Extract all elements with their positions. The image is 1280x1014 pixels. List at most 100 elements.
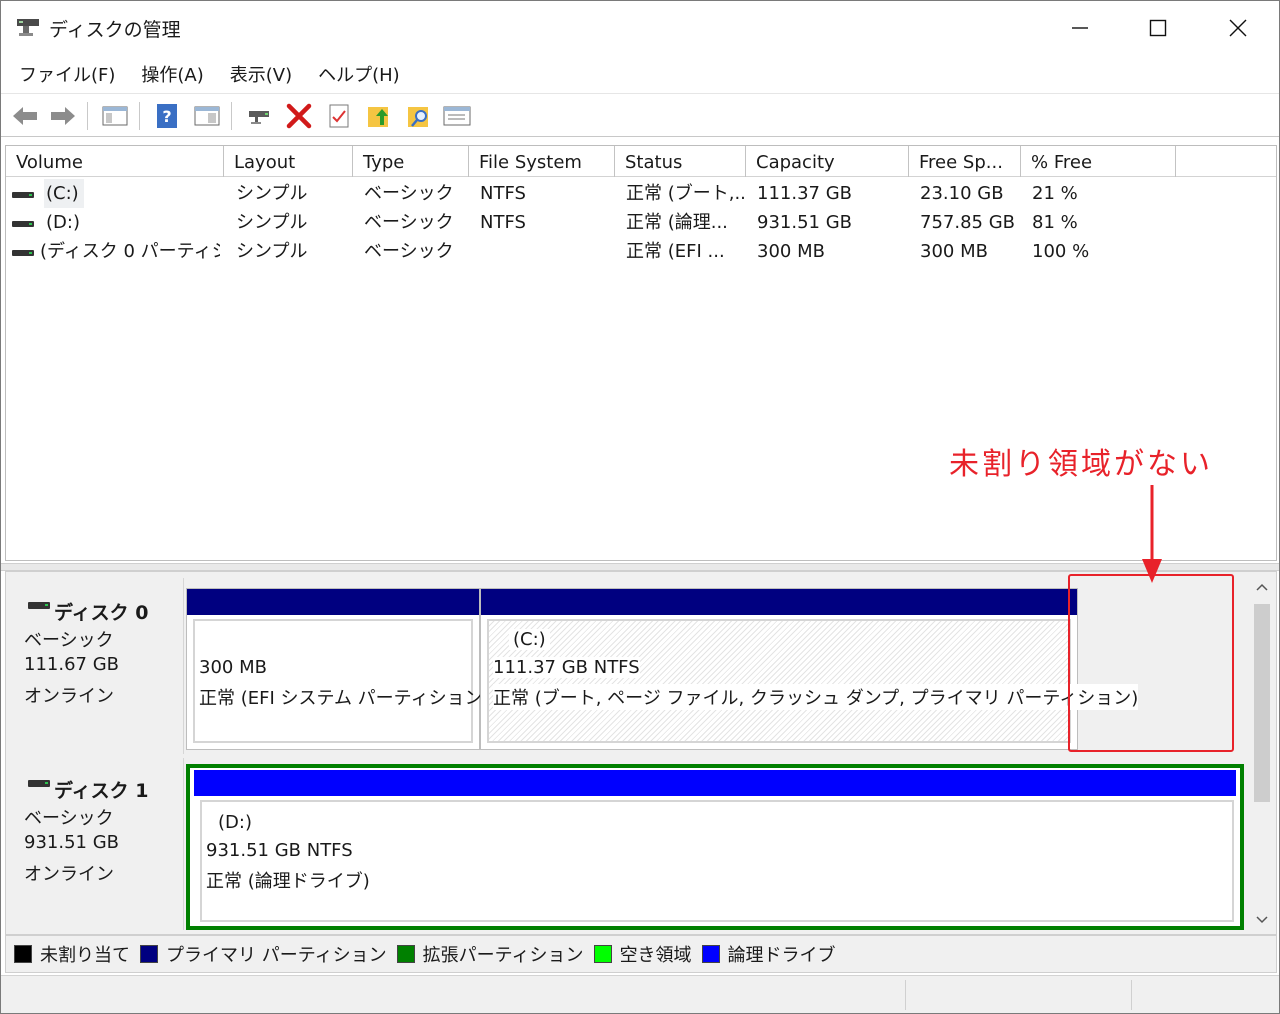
disk-1-state: オンライン	[24, 864, 114, 885]
scroll-up-icon[interactable]	[1250, 580, 1274, 596]
partition-bar	[481, 589, 1077, 615]
cell-volume: (C:)	[44, 179, 84, 208]
table-row[interactable]: (D:) シンプル ベーシック NTFS 正常 (論理... 931.51 GB…	[6, 208, 1276, 237]
disk-management-icon	[15, 15, 43, 39]
cell-percent-free: 100 %	[1032, 241, 1090, 262]
col-percent-free[interactable]: % Free	[1021, 146, 1176, 177]
volume-icon	[12, 250, 34, 256]
show-pane-icon	[194, 106, 220, 126]
status-bar	[1, 975, 1279, 1013]
minimize-icon	[1072, 27, 1088, 29]
cell-filesystem: NTFS	[480, 212, 526, 233]
legend-item: 拡張パーティション	[396, 941, 584, 967]
minimize-button[interactable]	[1041, 1, 1119, 55]
pane-splitter[interactable]	[1, 563, 1279, 571]
check-button[interactable]	[323, 100, 355, 132]
disk-graph-view: ディスク 0 ベーシック 111.67 GB オンライン 300 MB 正常 (…	[5, 571, 1277, 935]
menu-view[interactable]: 表示(V)	[222, 57, 300, 91]
menu-file[interactable]: ファイル(F)	[11, 57, 123, 91]
legend-swatch-primary	[140, 945, 158, 963]
search-folder-icon	[408, 107, 428, 127]
partition-size: 931.51 GB NTFS	[206, 840, 353, 861]
scroll-thumb[interactable]	[1254, 604, 1270, 802]
window-title: ディスクの管理	[49, 19, 181, 41]
cell-layout: シンプル	[236, 212, 308, 233]
maximize-button[interactable]	[1119, 1, 1197, 55]
disk-0-size: 111.67 GB	[24, 654, 120, 675]
col-layout[interactable]: Layout	[224, 146, 353, 177]
disk-0-state: オンライン	[24, 686, 114, 707]
col-free-space[interactable]: Free Sp...	[909, 146, 1021, 177]
volume-icon	[12, 221, 34, 227]
partition-body: (C:) 111.37 GB NTFS 正常 (ブート, ページ ファイル, ク…	[487, 619, 1139, 743]
col-type[interactable]: Type	[353, 146, 469, 177]
partition-status: 正常 (EFI システム パーティション)	[199, 688, 490, 709]
cell-type: ベーシック	[364, 212, 454, 233]
console-tree-icon	[102, 106, 128, 126]
maximize-icon	[1149, 19, 1167, 37]
partition-efi[interactable]: 300 MB 正常 (EFI システム パーティション)	[186, 588, 490, 750]
legend-item: 空き領域	[593, 941, 692, 967]
col-volume[interactable]: Volume	[6, 146, 224, 177]
folder-up-button[interactable]	[363, 100, 395, 132]
search-folder-button[interactable]	[403, 100, 435, 132]
disk-0-info[interactable]: ディスク 0 ベーシック 111.67 GB オンライン	[8, 578, 184, 754]
partition-d[interactable]: (D:) 931.51 GB NTFS 正常 (論理ドライブ)	[186, 764, 1244, 930]
partition-label: (C:)	[509, 629, 550, 650]
toolbar: ?	[1, 93, 1279, 137]
partition-size: 111.37 GB NTFS	[493, 657, 640, 678]
connect-drive-button[interactable]	[243, 100, 275, 132]
cell-type: ベーシック	[364, 183, 454, 204]
legend-label: 論理ドライブ	[727, 945, 836, 966]
back-button[interactable]	[9, 100, 41, 132]
disk-1-info[interactable]: ディスク 1 ベーシック 931.51 GB オンライン	[8, 758, 184, 930]
vertical-scrollbar[interactable]	[1250, 574, 1274, 932]
forward-button[interactable]	[47, 100, 79, 132]
cell-status: 正常 (論理...	[626, 212, 728, 233]
table-row[interactable]: (ディスク 0 パーティショ... シンプル ベーシック 正常 (EFI ...…	[6, 237, 1276, 266]
disk-1-size: 931.51 GB	[24, 832, 120, 853]
annotation-text: 未割り領域がない	[949, 447, 1213, 482]
cell-free-space: 300 MB	[920, 241, 988, 262]
legend-label: 空き領域	[619, 945, 692, 966]
cell-type: ベーシック	[364, 241, 454, 262]
partition-bar	[194, 770, 1236, 796]
partition-status: 正常 (論理ドライブ)	[206, 871, 370, 892]
partition-size: 300 MB	[199, 657, 267, 678]
disk-1-type: ベーシック	[24, 808, 114, 829]
status-separator	[905, 980, 906, 1010]
scroll-down-icon[interactable]	[1250, 912, 1274, 928]
cell-free-space: 757.85 GB	[920, 212, 1016, 233]
toolbar-separator	[139, 102, 140, 130]
table-row[interactable]: (C:) シンプル ベーシック NTFS 正常 (ブート,... 111.37 …	[6, 179, 1276, 208]
partition-bar	[187, 589, 479, 615]
col-status[interactable]: Status	[615, 146, 746, 177]
partition-c[interactable]: (C:) 111.37 GB NTFS 正常 (ブート, ページ ファイル, ク…	[480, 588, 1139, 750]
menu-action[interactable]: 操作(A)	[133, 57, 211, 91]
help-button[interactable]: ?	[151, 100, 183, 132]
legend-swatch-extended	[396, 945, 415, 963]
cell-capacity: 111.37 GB	[757, 183, 853, 204]
title-bar: ディスクの管理	[1, 1, 1279, 55]
col-filesystem[interactable]: File System	[469, 146, 615, 177]
cell-layout: シンプル	[236, 183, 308, 204]
cell-percent-free: 81 %	[1032, 212, 1078, 233]
disk-icon	[28, 780, 50, 787]
legend-swatch-free	[593, 945, 612, 963]
partition-status: 正常 (ブート, ページ ファイル, クラッシュ ダンプ, プライマリ パーティ…	[493, 684, 1139, 710]
show-pane-button[interactable]	[191, 100, 223, 132]
delete-button[interactable]	[283, 100, 315, 132]
legend-item: 未割り当て	[14, 941, 130, 967]
close-button[interactable]	[1199, 1, 1277, 55]
forward-arrow-icon	[51, 107, 75, 125]
col-capacity[interactable]: Capacity	[746, 146, 909, 177]
volume-icon	[12, 192, 34, 198]
menu-help[interactable]: ヘルプ(H)	[310, 57, 408, 91]
cell-capacity: 931.51 GB	[757, 212, 853, 233]
console-tree-button[interactable]	[99, 100, 131, 132]
properties-button[interactable]	[441, 100, 473, 132]
menu-bar: ファイル(F) 操作(A) 表示(V) ヘルプ(H)	[1, 55, 1279, 93]
status-separator	[1131, 980, 1132, 1010]
close-icon	[1229, 19, 1247, 37]
cell-status: 正常 (ブート,...	[626, 183, 744, 204]
